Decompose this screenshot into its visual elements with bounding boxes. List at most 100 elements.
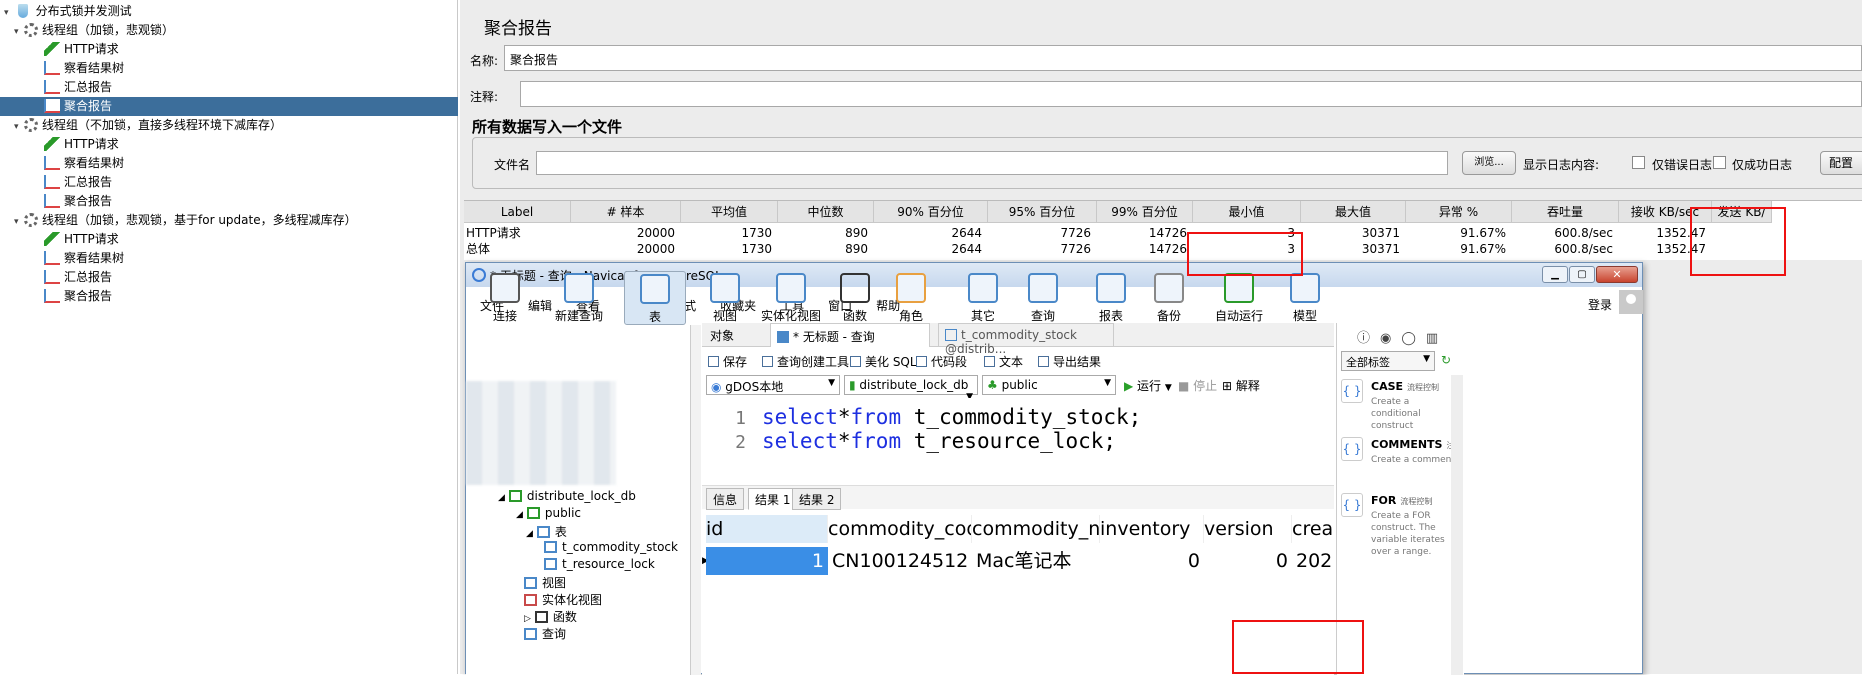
test-plan-tree[interactable]: ▾ 分布式锁并发测试 ▾ 线程组（加锁，悲观锁） HTTP请求 察看结果树 汇总报告 聚合… xyxy=(0,0,458,674)
db-tree-item[interactable]: 视图 xyxy=(524,574,566,591)
query-toolbar-button[interactable]: 代码段 xyxy=(916,353,967,370)
grid-cell[interactable]: 1 xyxy=(706,547,828,575)
expand-icon[interactable]: ▷ xyxy=(524,614,531,624)
collapse-icon[interactable]: ▾ xyxy=(4,4,14,23)
maximize-button[interactable]: ▢ xyxy=(1569,266,1595,283)
db-tree-item[interactable]: t_resource_lock xyxy=(544,557,655,571)
grid-cell[interactable]: 202 xyxy=(1292,547,1334,575)
expand-icon[interactable]: ◢ xyxy=(516,510,523,520)
toolbar-button[interactable]: 实体化视图 xyxy=(760,273,822,324)
tree-item[interactable]: HTTP请求 xyxy=(0,40,119,59)
db-tree-item[interactable]: t_commodity_stock xyxy=(544,540,678,554)
column-header[interactable]: 最大值 xyxy=(1301,201,1406,223)
query-toolbar-button[interactable]: 美化 SQL xyxy=(850,353,917,370)
column-header[interactable]: # 样本 xyxy=(571,201,681,223)
minimize-button[interactable]: ▁ xyxy=(1542,266,1568,283)
toolbar-button[interactable]: 表 xyxy=(624,271,686,325)
splitter[interactable] xyxy=(691,325,701,675)
grid-column-header[interactable]: inventory xyxy=(1100,515,1204,543)
column-header[interactable]: 99% 百分位 xyxy=(1097,201,1193,223)
browse-button[interactable]: 浏览... xyxy=(1462,151,1516,175)
db-tree-item[interactable]: ◢ 表 xyxy=(526,523,567,540)
toolbar-button[interactable]: 自动运行 xyxy=(1208,273,1270,324)
toolbar-button[interactable]: 角色 xyxy=(880,273,942,324)
tree-item[interactable]: 察看结果树 xyxy=(0,154,124,173)
tree-item[interactable]: HTTP请求 xyxy=(0,135,119,154)
tree-thread-group[interactable]: ▾ 线程组（加锁，悲观锁） xyxy=(14,21,174,40)
grid-column-header[interactable]: crea xyxy=(1292,515,1334,543)
tree-item[interactable]: 聚合报告 xyxy=(0,97,458,116)
query-toolbar-button[interactable]: 保存 xyxy=(708,353,747,370)
toolbar-button[interactable]: 视图 xyxy=(694,273,756,324)
column-header[interactable]: 最小值 xyxy=(1193,201,1301,223)
name-input[interactable]: 聚合报告 xyxy=(504,45,1862,71)
avatar[interactable] xyxy=(1619,290,1643,314)
tree-thread-group[interactable]: ▾ 线程组（不加锁，直接多线程环境下减库存） xyxy=(14,116,282,135)
db-tree-item[interactable]: ◢ public xyxy=(516,506,581,520)
tree-item[interactable]: 汇总报告 xyxy=(0,268,112,287)
query-toolbar-button[interactable]: 导出结果 xyxy=(1038,353,1101,370)
column-header[interactable]: 中位数 xyxy=(778,201,874,223)
schema-select[interactable]: ♣ public ▼ xyxy=(982,375,1116,395)
grid-cell[interactable]: 0 xyxy=(1204,547,1292,575)
column-header[interactable]: Label xyxy=(464,201,571,223)
column-header[interactable]: 吞吐量 xyxy=(1512,201,1619,223)
toolbar-button[interactable]: 函数 xyxy=(824,273,886,324)
comment-input[interactable] xyxy=(520,81,1862,107)
db-tree-item[interactable]: 实体化视图 xyxy=(524,591,602,608)
connection-select[interactable]: ◉ gDOS本地 ▼ xyxy=(706,375,840,395)
toolbar-button[interactable]: 模型 xyxy=(1274,273,1336,324)
table-row[interactable]: HTTP请求 20000 1730 890 2644 7726 14726 3 30371 91.… xyxy=(464,225,1862,241)
expand-icon[interactable]: ◢ xyxy=(498,493,505,503)
tree-root[interactable]: ▾ 分布式锁并发测试 xyxy=(4,2,132,21)
snippet-panel-icons[interactable]: ⓘ◉◯▥ xyxy=(1357,327,1448,346)
db-tree-item[interactable]: ▷ 函数 xyxy=(524,608,577,625)
tree-item[interactable]: 汇总报告 xyxy=(0,173,112,192)
tree-item[interactable]: 察看结果树 xyxy=(0,59,124,78)
grid-column-header[interactable]: commodity_na xyxy=(972,515,1100,543)
query-toolbar-button[interactable]: 查询创建工具 xyxy=(762,353,849,370)
snippet-filter-select[interactable]: 全部标签 ▼ xyxy=(1341,351,1435,371)
tab-objects[interactable]: 对象 xyxy=(710,327,734,344)
expand-icon[interactable]: ◢ xyxy=(526,529,533,539)
grid-column-header[interactable]: version xyxy=(1204,515,1292,543)
query-toolbar-button[interactable]: 文本 xyxy=(984,353,1023,370)
grid-cell[interactable]: Mac笔记本 xyxy=(972,547,1100,575)
tab-query[interactable]: * 无标题 - 查询 xyxy=(770,323,930,347)
filename-input[interactable] xyxy=(536,151,1448,175)
grid-column-header[interactable]: commodity_code xyxy=(828,515,972,543)
db-tree-item[interactable]: ◢ distribute_lock_db xyxy=(498,489,636,503)
column-header[interactable]: 95% 百分位 xyxy=(988,201,1097,223)
tree-item[interactable]: 察看结果树 xyxy=(0,249,124,268)
tree-item[interactable]: 聚合报告 xyxy=(0,192,112,211)
grid-column-header[interactable]: id xyxy=(706,515,828,543)
explain-button[interactable]: ⊞ 解释 xyxy=(1222,377,1260,394)
toolbar-button[interactable]: 其它 xyxy=(952,273,1014,324)
tab-table[interactable]: t_commodity_stock @distrib... xyxy=(938,323,1114,356)
tree-thread-group[interactable]: ▾ 线程组（加锁，悲观锁，基于for update，多线程减库存） xyxy=(14,211,357,230)
success-only-checkbox[interactable] xyxy=(1713,156,1726,169)
toolbar-button[interactable]: 备份 xyxy=(1138,273,1200,324)
database-select[interactable]: ▮ distribute_lock_db ▼ xyxy=(844,375,978,402)
configure-button[interactable]: 配置 xyxy=(1820,151,1862,175)
result-tab[interactable]: 结果 1 xyxy=(748,488,798,510)
result-tab[interactable]: 信息 xyxy=(706,488,745,510)
db-tree-item[interactable]: 查询 xyxy=(524,625,566,642)
toolbar-button[interactable]: 新建查询 xyxy=(548,273,610,324)
result-tab[interactable]: 结果 2 xyxy=(792,488,842,510)
tree-item[interactable]: 聚合报告 xyxy=(0,287,112,306)
table-row[interactable]: 总体 20000 1730 890 2644 7726 14726 3 30371 91.67% 6… xyxy=(464,241,1862,257)
column-header[interactable]: 异常 % xyxy=(1406,201,1512,223)
stop-button[interactable]: ■ 停止 xyxy=(1178,377,1217,394)
errors-only-checkbox[interactable] xyxy=(1632,156,1645,169)
tree-item[interactable]: HTTP请求 xyxy=(0,230,119,249)
run-button[interactable]: ▶ 运行 ▼ xyxy=(1124,377,1172,394)
refresh-icon[interactable]: ↻ xyxy=(1441,353,1451,367)
column-header[interactable]: 平均值 xyxy=(681,201,778,223)
toolbar-button[interactable]: 查询 xyxy=(1012,273,1074,324)
toolbar-button[interactable]: 报表 xyxy=(1080,273,1142,324)
snippet-scrollbar[interactable] xyxy=(1451,375,1463,675)
tree-item[interactable]: 汇总报告 xyxy=(0,78,112,97)
login-link[interactable]: 登录 xyxy=(1588,296,1612,313)
column-header[interactable]: 90% 百分位 xyxy=(874,201,988,223)
